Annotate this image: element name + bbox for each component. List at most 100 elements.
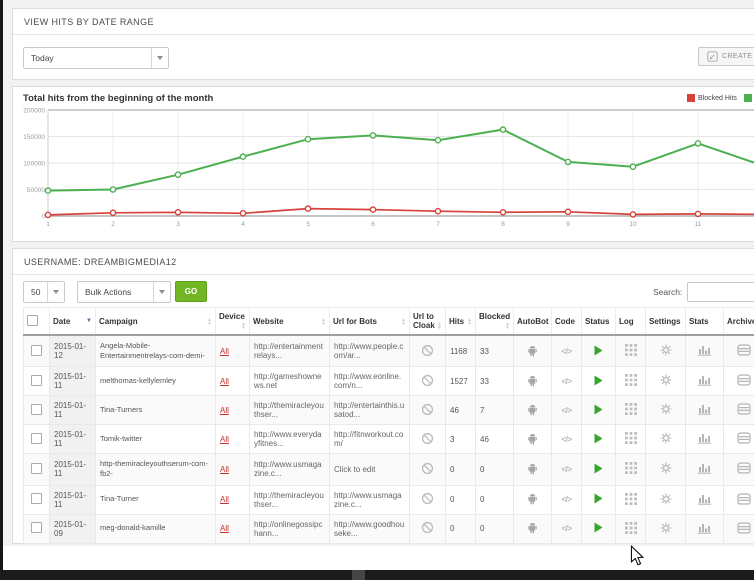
archive-icon[interactable] — [737, 432, 751, 444]
legend-item[interactable]: Blocked Hits — [687, 94, 737, 102]
archive-icon[interactable] — [737, 522, 751, 534]
go-button[interactable]: GO — [175, 281, 207, 302]
col-header-cloak_url[interactable]: Url to Cloak▲▼ — [410, 308, 446, 336]
log-icon[interactable] — [625, 432, 637, 444]
website-url: http://themiracleyouthser... — [254, 401, 324, 419]
bots-url[interactable]: http://entertainthis.usatod... — [334, 401, 404, 419]
page-size-select[interactable]: 50 — [23, 281, 65, 303]
gear-icon[interactable] — [660, 344, 672, 356]
log-icon[interactable] — [625, 374, 637, 386]
log-icon[interactable] — [625, 403, 637, 415]
archive-icon[interactable] — [737, 344, 751, 356]
play-icon[interactable] — [594, 522, 603, 533]
archive-icon[interactable] — [737, 462, 751, 474]
stats-icon[interactable] — [698, 493, 712, 505]
device-link[interactable]: All — [220, 524, 229, 533]
date-range-select[interactable]: Today — [23, 47, 169, 69]
window-bottom-bar — [0, 570, 754, 580]
legend-item[interactable]: Visible Hits — [744, 94, 754, 102]
bots-url[interactable]: http://www.usmagazine.c... — [334, 491, 402, 509]
gear-icon[interactable] — [660, 374, 672, 386]
play-icon[interactable] — [594, 404, 603, 415]
log-icon[interactable] — [625, 462, 637, 474]
device-link[interactable]: All — [220, 435, 229, 444]
device-link[interactable]: All — [220, 495, 229, 504]
row-checkbox[interactable] — [31, 433, 42, 444]
android-icon[interactable] — [526, 343, 539, 358]
log-icon[interactable] — [625, 522, 637, 534]
select-all-checkbox[interactable] — [27, 315, 38, 326]
play-icon[interactable] — [594, 493, 603, 504]
cloak-icon[interactable] — [421, 462, 434, 475]
android-icon[interactable] — [526, 431, 539, 446]
data-point — [240, 211, 245, 216]
create-new-campaign-button[interactable]: CREATE NEW CAMPAIGN — [698, 47, 754, 66]
stats-icon[interactable] — [698, 432, 712, 444]
col-header-campaign[interactable]: Campaign▲▼ — [96, 308, 216, 336]
row-checkbox[interactable] — [31, 522, 42, 533]
bots-url[interactable]: http://www.goodhouseke... — [334, 520, 404, 538]
col-header-device[interactable]: Device▲▼ — [216, 308, 250, 336]
search-input[interactable] — [687, 282, 754, 302]
archive-icon[interactable] — [737, 493, 751, 505]
col-header-select[interactable] — [24, 308, 50, 336]
device-link[interactable]: All — [220, 347, 229, 356]
gear-icon[interactable] — [660, 493, 672, 505]
stats-icon[interactable] — [698, 462, 712, 474]
cloak-icon[interactable] — [421, 403, 434, 416]
device-link[interactable]: All — [220, 377, 229, 386]
cell-hits: 1527 — [446, 367, 476, 396]
cell-campaign: Tina-Turner — [96, 485, 216, 514]
android-icon[interactable] — [526, 461, 539, 476]
row-checkbox[interactable] — [31, 375, 42, 386]
gear-icon[interactable] — [660, 432, 672, 444]
cloak-icon[interactable] — [421, 492, 434, 505]
play-icon[interactable] — [594, 375, 603, 386]
col-header-bots_url[interactable]: Url for Bots▲▼ — [330, 308, 410, 336]
play-icon[interactable] — [594, 345, 603, 356]
cell-campaign: http-themiracleyouthserum-com-fb2- — [96, 454, 216, 485]
cell-autobot — [514, 425, 552, 454]
device-link[interactable]: All — [220, 406, 229, 415]
stats-icon[interactable] — [698, 522, 712, 534]
bots-url[interactable]: http://www.eonline.com/n... — [334, 372, 401, 390]
android-icon[interactable] — [526, 402, 539, 417]
row-checkbox[interactable] — [31, 404, 42, 415]
archive-icon[interactable] — [737, 374, 751, 386]
cloak-icon[interactable] — [421, 521, 434, 534]
android-icon[interactable] — [526, 491, 539, 506]
cell-select — [24, 425, 50, 454]
play-icon[interactable] — [594, 433, 603, 444]
row-checkbox[interactable] — [31, 493, 42, 504]
svg-text:6: 6 — [371, 221, 375, 228]
log-icon[interactable] — [625, 344, 637, 356]
date-value: 2015-01-11 — [54, 372, 86, 390]
col-header-date[interactable]: Date▼ — [50, 308, 96, 336]
device-link[interactable]: All — [220, 465, 229, 474]
col-header-hits[interactable]: Hits▲▼ — [446, 308, 476, 336]
play-icon[interactable] — [594, 463, 603, 474]
gear-icon[interactable] — [660, 522, 672, 534]
cloak-icon[interactable] — [421, 374, 434, 387]
gear-icon[interactable] — [660, 403, 672, 415]
row-checkbox[interactable] — [31, 345, 42, 356]
row-checkbox[interactable] — [31, 463, 42, 474]
bots-url[interactable]: http://fitnworkout.com/ — [334, 430, 403, 448]
gear-icon[interactable] — [660, 462, 672, 474]
bots-url[interactable]: Click to edit — [334, 465, 375, 474]
col-header-website[interactable]: Website▲▼ — [250, 308, 330, 336]
cloak-icon[interactable] — [421, 432, 434, 445]
stats-icon[interactable] — [698, 344, 712, 356]
bots-url[interactable]: http://www.people.com/ar... — [334, 342, 403, 360]
stats-icon[interactable] — [698, 403, 712, 415]
android-icon[interactable] — [526, 520, 539, 535]
stats-icon[interactable] — [698, 374, 712, 386]
cloak-icon[interactable] — [421, 344, 434, 357]
bulk-actions-select[interactable]: Bulk Actions — [77, 281, 171, 303]
cell-status — [582, 367, 616, 396]
col-header-blocked[interactable]: Blocked▲▼ — [476, 308, 514, 336]
android-icon[interactable] — [526, 373, 539, 388]
log-icon[interactable] — [625, 493, 637, 505]
date-range-panel-title: VIEW HITS BY DATE RANGE — [13, 9, 754, 35]
archive-icon[interactable] — [737, 403, 751, 415]
